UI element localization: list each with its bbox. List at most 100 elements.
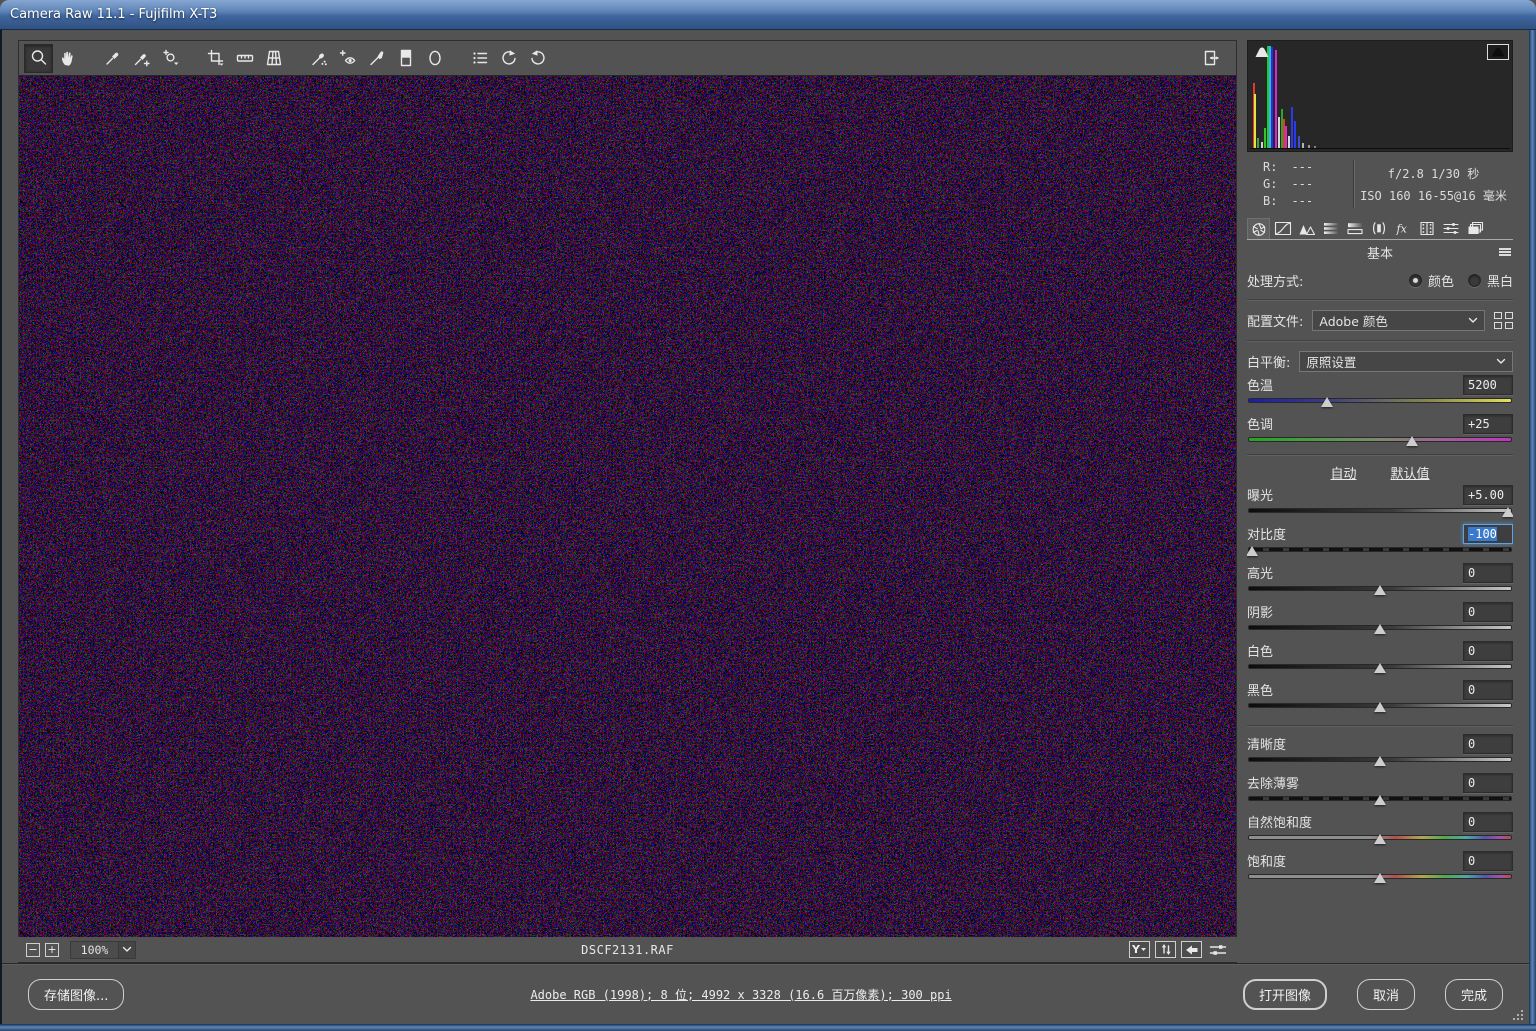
zoom-out-button[interactable]: − (26, 942, 40, 957)
transform-tool-icon[interactable] (259, 44, 288, 73)
spot-removal-tool-icon[interactable] (304, 44, 333, 73)
slider-thumb[interactable] (1320, 397, 1333, 407)
slider-value-field[interactable]: 0 (1463, 850, 1513, 871)
shadows-slider: 阴影 0 (1247, 601, 1513, 635)
svg-text:fx: fx (1395, 223, 1407, 236)
graduated-filter-tool-icon[interactable] (391, 44, 420, 73)
tab-tone-curve[interactable] (1271, 218, 1294, 239)
slider-track[interactable] (1247, 434, 1513, 447)
targeted-adjustment-tool-icon[interactable] (156, 44, 185, 73)
rotate-left-icon[interactable] (494, 44, 523, 73)
copy-settings-button[interactable] (1181, 941, 1202, 958)
slider-track[interactable] (1247, 622, 1513, 635)
slider-track[interactable] (1247, 505, 1513, 518)
adjustment-brush-tool-icon[interactable] (362, 44, 391, 73)
slider-track[interactable] (1247, 395, 1513, 408)
white-balance-tool-icon[interactable] (98, 44, 127, 73)
window-border-left (0, 30, 2, 1031)
rotate-right-icon[interactable] (523, 44, 552, 73)
white-balance-value: 原照设置 (1306, 354, 1357, 370)
slider-thumb[interactable] (1247, 546, 1258, 556)
vibrance-slider: 自然饱和度 0 (1247, 811, 1513, 845)
slider-value-field[interactable]: +5.00 (1463, 484, 1513, 505)
slider-thumb[interactable] (1374, 624, 1386, 634)
slider-value-field[interactable]: 0 (1463, 562, 1513, 583)
tab-lens-corrections[interactable] (1367, 218, 1390, 239)
slider-thumb[interactable] (1374, 795, 1386, 805)
slider-track[interactable] (1247, 583, 1513, 596)
treatment-color-radio[interactable]: 颜色 (1408, 271, 1454, 290)
slider-value-field[interactable]: 0 (1463, 811, 1513, 832)
slider-value-field[interactable]: 0 (1463, 772, 1513, 793)
slider-value-field[interactable]: 0 (1463, 679, 1513, 700)
slider-thumb[interactable] (1374, 702, 1386, 712)
highlight-clipping-icon[interactable] (1487, 44, 1509, 60)
workflow-options-link[interactable]: Adobe RGB (1998); 8 位; 4992 x 3328 (16.6… (530, 986, 951, 1003)
slider-track[interactable] (1247, 544, 1513, 557)
slider-thumb[interactable] (1374, 873, 1386, 883)
titlebar[interactable]: Camera Raw 11.1 - Fujifilm X-T3 (0, 0, 1536, 30)
preferences-icon[interactable] (465, 44, 494, 73)
slider-value-field[interactable]: 5200 (1463, 374, 1513, 395)
slider-value-field[interactable]: 0 (1463, 601, 1513, 622)
tab-split-toning[interactable] (1343, 218, 1366, 239)
slider-value-field[interactable]: 0 (1463, 640, 1513, 661)
slider-track[interactable] (1247, 700, 1513, 713)
slider-track[interactable] (1247, 661, 1513, 674)
auto-link[interactable]: 自动 (1330, 463, 1356, 482)
slider-thumb[interactable] (1374, 663, 1386, 673)
tab-snapshots[interactable] (1463, 218, 1486, 239)
tab-detail[interactable] (1295, 218, 1318, 239)
resize-grip[interactable] (1513, 1009, 1524, 1020)
slider-value-field[interactable]: -100 (1463, 523, 1513, 544)
treatment-bw-radio[interactable]: 黑白 (1467, 271, 1513, 290)
histogram-spikes (1250, 43, 1510, 149)
preview-settings-icon[interactable] (1207, 941, 1229, 958)
tab-effects[interactable]: fx (1391, 218, 1414, 239)
before-after-view-button[interactable]: Y (1129, 941, 1150, 958)
profile-browser-icon[interactable] (1494, 311, 1513, 329)
slider-value-field[interactable]: 0 (1463, 733, 1513, 754)
save-image-button[interactable]: 存储图像... (28, 978, 125, 1010)
slider-label: 饱和度 (1247, 855, 1287, 870)
panel-menu-icon[interactable] (1499, 248, 1511, 256)
slider-track[interactable] (1247, 793, 1513, 806)
radial-filter-tool-icon[interactable] (420, 44, 449, 73)
slider-track[interactable] (1247, 832, 1513, 845)
profile-select[interactable]: Adobe 颜色 (1312, 309, 1485, 331)
tab-camera-calibration[interactable] (1415, 218, 1438, 239)
cancel-button[interactable]: 取消 (1356, 978, 1415, 1010)
crop-tool-icon[interactable] (201, 44, 230, 73)
slider-thumb[interactable] (1502, 507, 1513, 517)
zoom-in-button[interactable]: + (45, 942, 59, 957)
zoom-tool-icon[interactable] (24, 43, 53, 73)
histogram (1247, 40, 1513, 152)
tab-presets[interactable] (1439, 218, 1462, 239)
color-sampler-tool-icon[interactable] (127, 44, 156, 73)
red-eye-tool-icon[interactable] (333, 44, 362, 73)
photo-preview[interactable] (18, 76, 1237, 937)
slider-value-field[interactable]: +25 (1463, 413, 1513, 434)
tab-hsl[interactable] (1319, 218, 1342, 239)
panel-header: 基本 (1247, 242, 1513, 262)
window-border-bottom (0, 1024, 1536, 1031)
open-image-button[interactable]: 打开图像 (1242, 978, 1327, 1010)
done-button[interactable]: 完成 (1444, 978, 1503, 1010)
before-after-label: Y (1132, 943, 1140, 956)
hand-tool-icon[interactable] (53, 44, 82, 73)
straighten-tool-icon[interactable] (230, 44, 259, 73)
slider-track[interactable] (1247, 754, 1513, 767)
white-balance-select[interactable]: 原照设置 (1299, 350, 1513, 372)
shadow-clipping-icon[interactable] (1251, 44, 1273, 60)
tab-basic[interactable] (1247, 218, 1270, 239)
slider-thumb[interactable] (1374, 756, 1386, 766)
chevron-down-icon (1496, 358, 1506, 364)
slider-thumb[interactable] (1374, 834, 1386, 844)
default-link[interactable]: 默认值 (1391, 463, 1430, 482)
swap-before-after-button[interactable] (1155, 941, 1176, 958)
slider-thumb[interactable] (1374, 585, 1386, 595)
slider-thumb[interactable] (1405, 436, 1418, 446)
toggle-fullscreen-icon[interactable] (1196, 44, 1225, 73)
zoom-level-select[interactable]: 100% (70, 940, 136, 959)
slider-track[interactable] (1247, 871, 1513, 884)
